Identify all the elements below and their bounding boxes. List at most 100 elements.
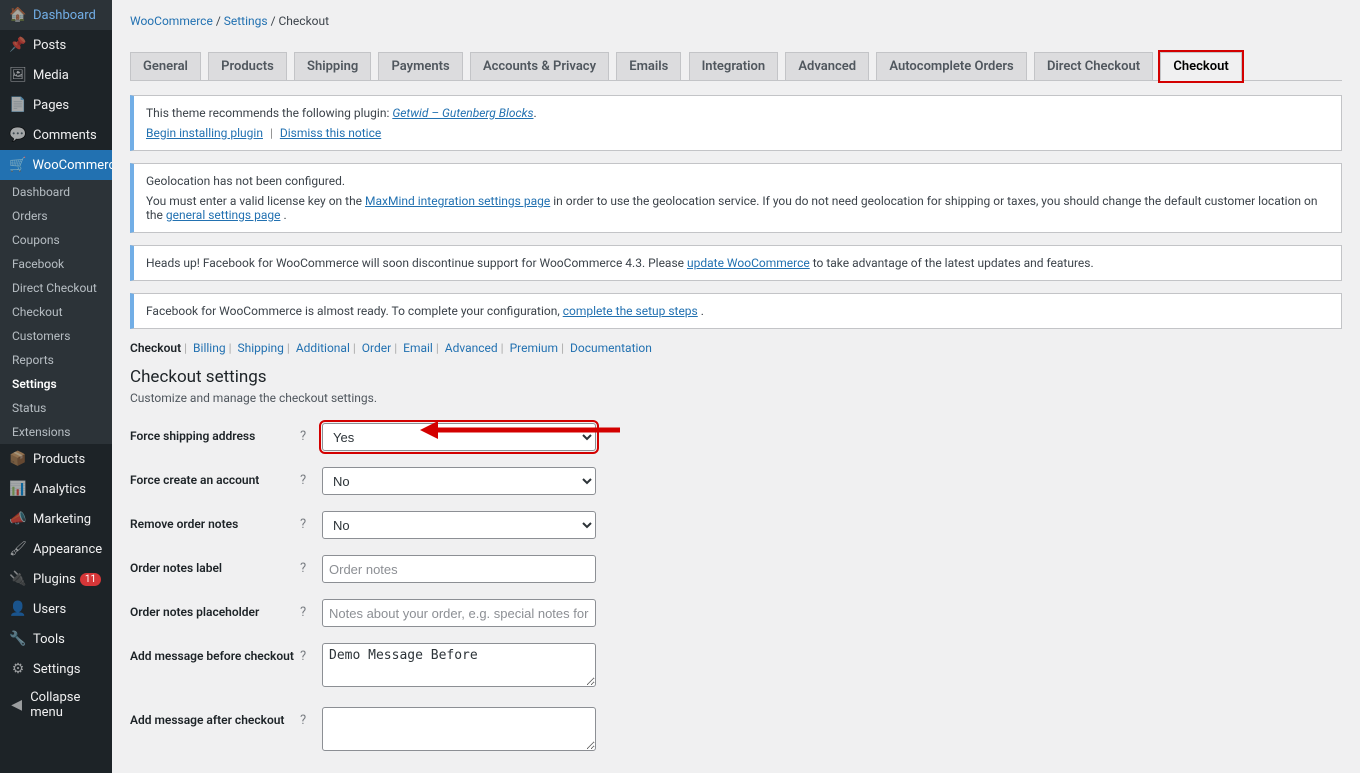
menu-appearance[interactable]: 🖌Appearance — [0, 534, 112, 564]
notice-dismiss[interactable]: Dismiss this notice — [280, 126, 381, 140]
menu-label: WooCommerce — [32, 158, 112, 173]
menu-label: Dashboard — [33, 8, 96, 23]
marketing-icon: 📣 — [9, 510, 27, 528]
row-force-shipping: Force shipping address ? Yes No — [130, 423, 1342, 451]
submenu-status[interactable]: Status — [0, 396, 112, 420]
tab-emails[interactable]: Emails — [616, 52, 681, 80]
notice-text: You must enter a valid license key on th… — [146, 194, 365, 208]
row-msg-before: Add message before checkout ? — [130, 643, 1342, 691]
submenu-coupons[interactable]: Coupons — [0, 228, 112, 252]
subnav-order[interactable]: Order — [362, 341, 391, 355]
submenu-extensions[interactable]: Extensions — [0, 420, 112, 444]
menu-users[interactable]: 👤Users — [0, 594, 112, 624]
help-icon[interactable]: ? — [300, 467, 322, 488]
input-notes-label[interactable] — [322, 555, 596, 583]
help-icon[interactable]: ? — [300, 599, 322, 620]
menu-tools[interactable]: 🔧Tools — [0, 624, 112, 654]
notice-heading: Geolocation has not been configured. — [146, 174, 1329, 188]
menu-label: Users — [33, 602, 66, 617]
menu-pages[interactable]: 📄Pages — [0, 90, 112, 120]
tool-icon: 🔧 — [9, 630, 27, 648]
breadcrumb-settings[interactable]: Settings — [224, 14, 268, 28]
notice-general-settings-link[interactable]: general settings page — [166, 208, 281, 222]
breadcrumb: WooCommerce / Settings / Checkout — [130, 14, 1342, 28]
tab-direct-checkout[interactable]: Direct Checkout — [1034, 52, 1153, 80]
menu-products[interactable]: 📦 Products — [0, 444, 112, 474]
help-icon[interactable]: ? — [300, 511, 322, 532]
subnav-premium[interactable]: Premium — [510, 341, 558, 355]
menu-plugins[interactable]: 🔌Plugins11 — [0, 564, 112, 594]
menu-label: Products — [33, 452, 85, 467]
menu-settings[interactable]: ⚙ Settings — [0, 654, 112, 684]
subnav-shipping[interactable]: Shipping — [237, 341, 283, 355]
help-icon[interactable]: ? — [300, 707, 322, 728]
subnav-billing[interactable]: Billing — [193, 341, 226, 355]
label-msg-before: Add message before checkout — [130, 643, 300, 663]
menu-marketing[interactable]: 📣Marketing — [0, 504, 112, 534]
plugin-count-badge: 11 — [80, 573, 101, 586]
row-msg-after: Add message after checkout ? — [130, 707, 1342, 755]
submenu-facebook[interactable]: Facebook — [0, 252, 112, 276]
checkout-subnav: Checkout| Billing| Shipping| Additional|… — [130, 341, 1342, 355]
textarea-msg-after[interactable] — [322, 707, 596, 751]
tab-products[interactable]: Products — [208, 52, 287, 80]
submenu-settings[interactable]: Settings — [0, 372, 112, 396]
help-icon[interactable]: ? — [300, 555, 322, 576]
notice-update-wc-link[interactable]: update WooCommerce — [687, 256, 810, 270]
select-force-account[interactable]: No Yes — [322, 467, 596, 495]
breadcrumb-sep: / — [216, 14, 224, 28]
notice-begin-install[interactable]: Begin installing plugin — [146, 126, 263, 140]
help-icon[interactable]: ? — [300, 423, 322, 444]
notice-text: . — [283, 208, 286, 222]
row-remove-notes: Remove order notes ? No Yes — [130, 511, 1342, 539]
breadcrumb-woocommerce[interactable]: WooCommerce — [130, 14, 213, 28]
tab-integration[interactable]: Integration — [689, 52, 779, 80]
tab-advanced[interactable]: Advanced — [785, 52, 869, 80]
plugin-icon: 🔌 — [9, 570, 27, 588]
menu-label: Settings — [33, 662, 80, 677]
notice-text: to take advantage of the latest updates … — [813, 256, 1094, 270]
notice-text: Heads up! Facebook for WooCommerce will … — [146, 256, 687, 270]
submenu-customers[interactable]: Customers — [0, 324, 112, 348]
menu-media[interactable]: 🖼Media — [0, 60, 112, 90]
tab-autocomplete-orders[interactable]: Autocomplete Orders — [876, 52, 1026, 80]
subnav-documentation[interactable]: Documentation — [570, 341, 652, 355]
menu-comments[interactable]: 💬Comments — [0, 120, 112, 150]
product-icon: 📦 — [9, 450, 27, 468]
notice-maxmind-link[interactable]: MaxMind integration settings page — [365, 194, 550, 208]
input-notes-placeholder[interactable] — [322, 599, 596, 627]
subnav-advanced[interactable]: Advanced — [445, 341, 498, 355]
submenu-dashboard[interactable]: Dashboard — [0, 180, 112, 204]
menu-posts[interactable]: 📌Posts — [0, 30, 112, 60]
settings-main: WooCommerce / Settings / Checkout Genera… — [112, 0, 1360, 773]
help-icon[interactable]: ? — [300, 643, 322, 664]
submenu-direct-checkout[interactable]: Direct Checkout — [0, 276, 112, 300]
submenu-checkout[interactable]: Checkout — [0, 300, 112, 324]
page-icon: 📄 — [9, 96, 27, 114]
collapse-icon: ◀ — [9, 696, 24, 714]
subnav-additional[interactable]: Additional — [296, 341, 350, 355]
select-remove-notes[interactable]: No Yes — [322, 511, 596, 539]
settings-tabs: General Products Shipping Payments Accou… — [130, 46, 1342, 81]
textarea-msg-before[interactable] — [322, 643, 596, 687]
tab-payments[interactable]: Payments — [378, 52, 462, 80]
notice-plugin-link[interactable]: Getwid – Gutenberg Blocks — [392, 106, 533, 120]
tab-accounts-privacy[interactable]: Accounts & Privacy — [470, 52, 609, 80]
menu-collapse[interactable]: ◀Collapse menu — [0, 684, 112, 726]
notice-complete-setup-link[interactable]: complete the setup steps — [563, 304, 698, 318]
tab-shipping[interactable]: Shipping — [294, 52, 371, 80]
section-description: Customize and manage the checkout settin… — [130, 391, 1342, 405]
notice-text: . — [533, 106, 536, 120]
settings-icon: ⚙ — [9, 660, 27, 678]
menu-woocommerce[interactable]: 🛒WooCommerce — [0, 150, 112, 180]
notice-theme-recommends: This theme recommends the following plug… — [130, 95, 1342, 151]
submenu-reports[interactable]: Reports — [0, 348, 112, 372]
subnav-email[interactable]: Email — [403, 341, 433, 355]
submenu-orders[interactable]: Orders — [0, 204, 112, 228]
menu-dashboard[interactable]: 🏠Dashboard — [0, 0, 112, 30]
tab-checkout[interactable]: Checkout — [1160, 52, 1241, 81]
menu-analytics[interactable]: 📊Analytics — [0, 474, 112, 504]
subnav-checkout[interactable]: Checkout — [130, 341, 181, 355]
tab-general[interactable]: General — [130, 52, 201, 80]
analytics-icon: 📊 — [9, 480, 27, 498]
